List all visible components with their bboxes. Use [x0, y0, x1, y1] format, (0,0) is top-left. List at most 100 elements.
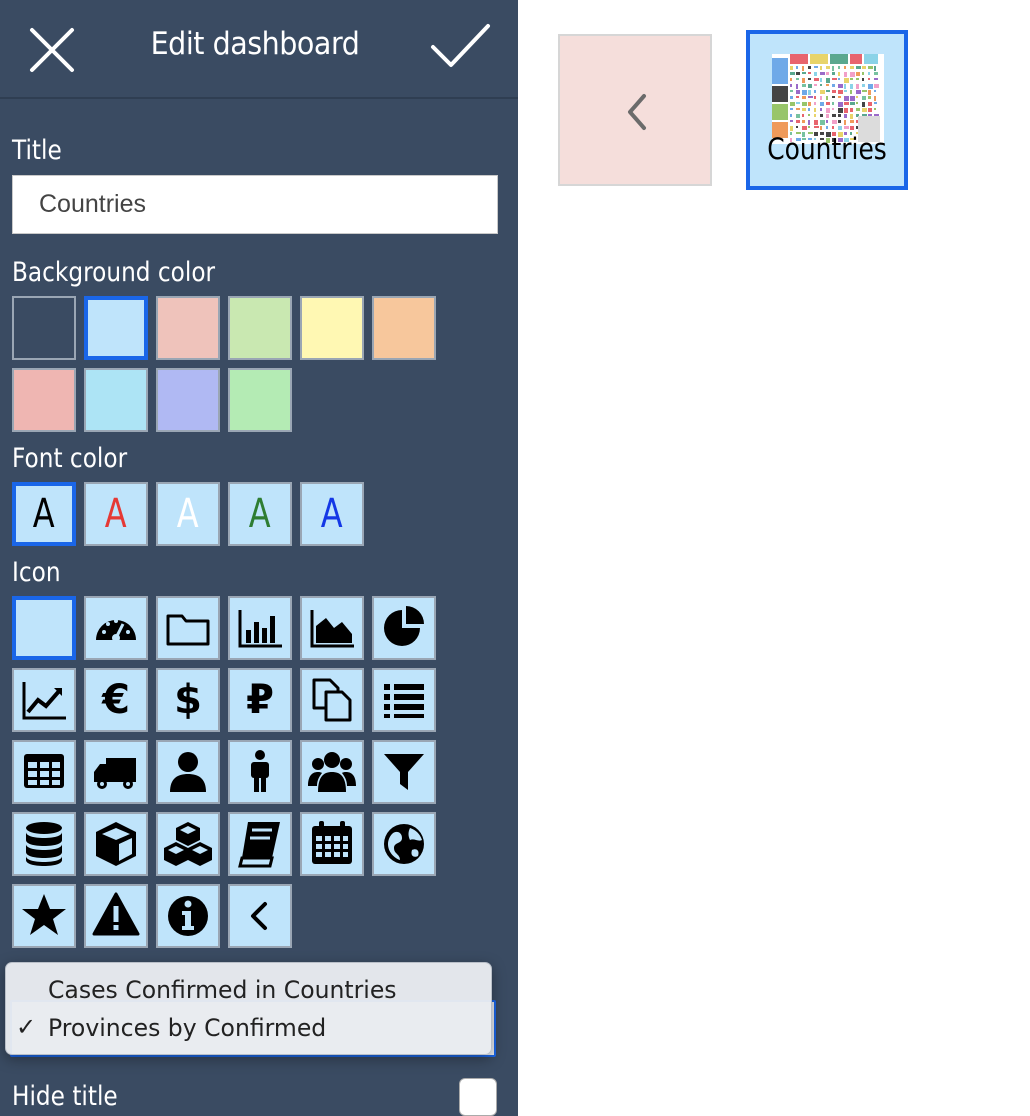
- back-tile[interactable]: [558, 34, 712, 186]
- icon-option-dollar[interactable]: $: [156, 668, 220, 732]
- icon-option-folder[interactable]: [156, 596, 220, 660]
- icon-option-pie-chart[interactable]: [372, 596, 436, 660]
- icon-option-male[interactable]: [228, 740, 292, 804]
- treemap-cell: [820, 102, 824, 106]
- icon-option-cube[interactable]: [84, 812, 148, 876]
- icon-option-users[interactable]: [300, 740, 364, 804]
- font-color-swatch-4[interactable]: A: [228, 482, 292, 546]
- confirm-button[interactable]: [428, 20, 492, 72]
- icon-option-database[interactable]: [12, 812, 76, 876]
- icon-option-euro[interactable]: €: [84, 668, 148, 732]
- dropdown-option-provinces[interactable]: ✓ Provinces by Confirmed: [6, 1009, 493, 1047]
- treemap-cell: [814, 78, 819, 81]
- icon-option-area-chart[interactable]: [300, 596, 364, 660]
- icon-option-user[interactable]: [156, 740, 220, 804]
- icon-option-globe[interactable]: [372, 812, 436, 876]
- treemap-thumbnail: [772, 54, 884, 144]
- treemap-cell: [802, 114, 804, 117]
- treemap-cell: [844, 114, 847, 118]
- treemap-cell: [790, 126, 793, 131]
- treemap-cell: [814, 126, 819, 128]
- treemap-cell: [832, 66, 834, 71]
- treemap-cell: [838, 108, 843, 113]
- icon-option-truck[interactable]: [84, 740, 148, 804]
- treemap-cell: [832, 90, 836, 93]
- background-swatch-9[interactable]: [156, 368, 220, 432]
- treemap-cell: [838, 102, 843, 107]
- treemap-cell: [838, 66, 840, 69]
- treemap-cell: [862, 90, 867, 92]
- icon-option-book[interactable]: [228, 812, 292, 876]
- info-icon: [168, 896, 208, 936]
- treemap-cell: [820, 96, 822, 100]
- font-color-label: Font color: [12, 443, 128, 474]
- treemap-cell: [802, 78, 805, 83]
- background-swatch-5[interactable]: [300, 296, 364, 360]
- icon-option-calendar[interactable]: [300, 812, 364, 876]
- icon-option-list[interactable]: [372, 668, 436, 732]
- icon-option-warning[interactable]: [84, 884, 148, 948]
- treemap-cell: [832, 126, 834, 129]
- treemap-cell: [850, 120, 854, 123]
- background-swatch-8[interactable]: [84, 368, 148, 432]
- treemap-cell: [820, 120, 825, 125]
- dropdown-option-cases-confirmed[interactable]: Cases Confirmed in Countries: [6, 971, 493, 1009]
- background-swatch-4[interactable]: [228, 296, 292, 360]
- treemap-cell: [826, 78, 830, 83]
- background-swatch-2[interactable]: [84, 296, 148, 360]
- title-input[interactable]: [12, 175, 498, 234]
- treemap-cell: [844, 108, 848, 113]
- icon-option-info[interactable]: [156, 884, 220, 948]
- icon-option-filter[interactable]: [372, 740, 436, 804]
- checkmark-icon: [431, 24, 490, 67]
- icon-option-bar-chart[interactable]: [228, 596, 292, 660]
- treemap-cell: [850, 90, 852, 94]
- treemap-cell: [820, 126, 822, 130]
- treemap-cell: [850, 102, 855, 105]
- treemap-cell: [856, 96, 858, 98]
- background-color-label: Background color: [12, 257, 216, 288]
- icon-option-none[interactable]: [12, 596, 76, 660]
- hide-title-checkbox[interactable]: [459, 1078, 497, 1116]
- treemap-cell: [874, 78, 878, 80]
- icon-option-cubes[interactable]: [156, 812, 220, 876]
- treemap-cell: [820, 72, 825, 75]
- background-swatch-6[interactable]: [372, 296, 436, 360]
- treemap-cell: [832, 114, 836, 117]
- treemap-cell: [790, 114, 792, 117]
- option-label: Provinces by Confirmed: [48, 1014, 327, 1042]
- font-color-swatch-2[interactable]: A: [84, 482, 148, 546]
- font-color-swatch-1[interactable]: A: [12, 482, 76, 546]
- close-button[interactable]: [24, 22, 80, 78]
- font-color-swatch-5[interactable]: A: [300, 482, 364, 546]
- icon-option-ruble[interactable]: ₽: [228, 668, 292, 732]
- background-swatch-3[interactable]: [156, 296, 220, 360]
- treemap-cell: [810, 54, 828, 64]
- treemap-cell: [808, 120, 810, 125]
- icon-label: Icon: [12, 557, 61, 588]
- icon-option-copy[interactable]: [300, 668, 364, 732]
- treemap-cell: [868, 108, 872, 112]
- treemap-cell: [790, 78, 792, 81]
- background-swatch-10[interactable]: [228, 368, 292, 432]
- treemap-cell: [850, 108, 853, 112]
- background-swatch-1[interactable]: [12, 296, 76, 360]
- font-color-swatch-3[interactable]: A: [156, 482, 220, 546]
- treemap-cell: [802, 108, 806, 111]
- icon-option-table[interactable]: [12, 740, 76, 804]
- icon-option-star[interactable]: [12, 884, 76, 948]
- icon-option-chevron-left[interactable]: [228, 884, 292, 948]
- icon-option-line-chart[interactable]: [12, 668, 76, 732]
- font-sample-glyph: A: [105, 491, 127, 537]
- dollar-icon: $: [174, 677, 202, 723]
- treemap-cell: [856, 102, 858, 104]
- treemap-cell: [874, 72, 878, 75]
- countries-tile[interactable]: Countries: [746, 30, 908, 190]
- treemap-cell: [814, 108, 816, 112]
- treemap-cell: [856, 72, 860, 76]
- background-swatch-7[interactable]: [12, 368, 76, 432]
- treemap-cell: [802, 66, 804, 71]
- treemap-cell: [868, 90, 871, 95]
- icon-option-gauge[interactable]: [84, 596, 148, 660]
- area-chart-icon: [310, 610, 354, 648]
